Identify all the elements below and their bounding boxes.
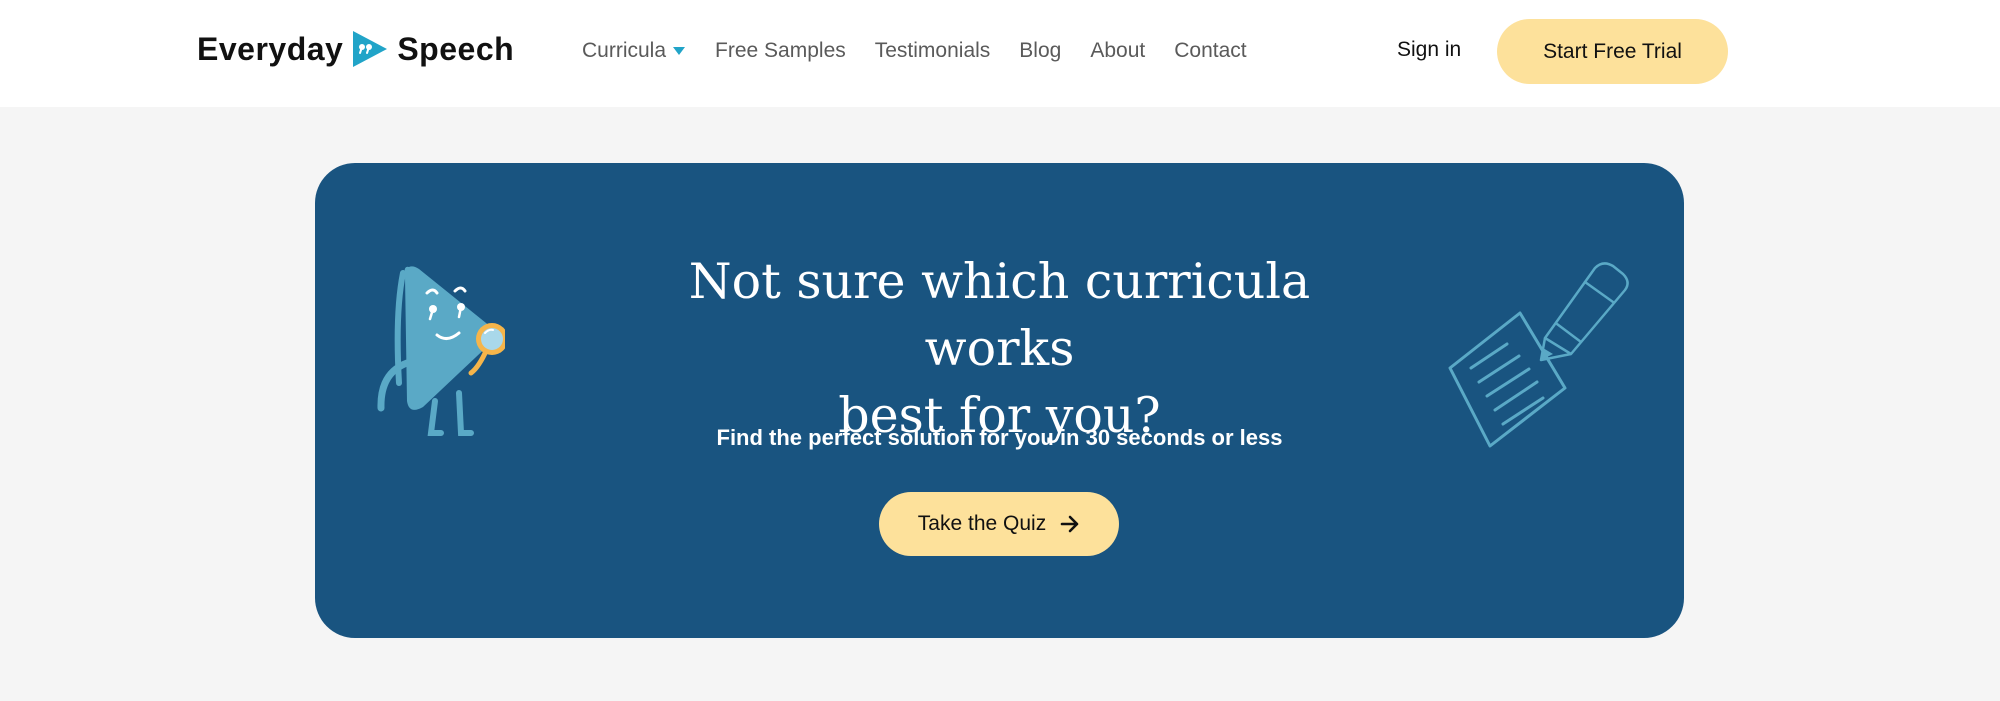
- play-quote-logo-icon: [353, 31, 388, 67]
- banner-title-line-1: Not sure which curricula works: [688, 253, 1311, 377]
- site-header: Everyday Speech Curricula Free Samples T…: [0, 0, 2000, 107]
- main-nav: Curricula Free Samples Testimonials Blog…: [582, 34, 1276, 68]
- nav-item-testimonials[interactable]: Testimonials: [875, 39, 991, 63]
- nav-item-blog[interactable]: Blog: [1019, 39, 1061, 63]
- caret-down-icon: [673, 47, 686, 55]
- paper-pencil-illustration: [1448, 262, 1629, 448]
- take-quiz-button[interactable]: Take the Quiz: [879, 492, 1119, 556]
- brand-logo[interactable]: Everyday Speech: [197, 24, 514, 74]
- nav-item-free-samples[interactable]: Free Samples: [715, 39, 846, 63]
- start-free-trial-button[interactable]: Start Free Trial: [1497, 19, 1728, 84]
- banner-subtitle: Find the perfect solution for you in 30 …: [716, 425, 1283, 450]
- nav-label: Curricula: [582, 39, 667, 62]
- logo-word-speech: Speech: [397, 30, 515, 67]
- arrow-right-icon: [1060, 515, 1079, 533]
- banner-title: Not sure which curricula works best for …: [615, 248, 1384, 449]
- sign-in-link[interactable]: Sign in: [1397, 38, 1461, 62]
- take-quiz-label: Take the Quiz: [917, 512, 1047, 535]
- nav-item-contact[interactable]: Contact: [1174, 39, 1246, 63]
- nav-item-about[interactable]: About: [1090, 39, 1145, 63]
- triangle-mascot-illustration: [377, 266, 505, 436]
- logo-word-everyday: Everyday: [197, 30, 344, 67]
- quiz-banner: Not sure which curricula works best for …: [315, 163, 1684, 638]
- nav-item-curricula[interactable]: Curricula: [582, 39, 686, 63]
